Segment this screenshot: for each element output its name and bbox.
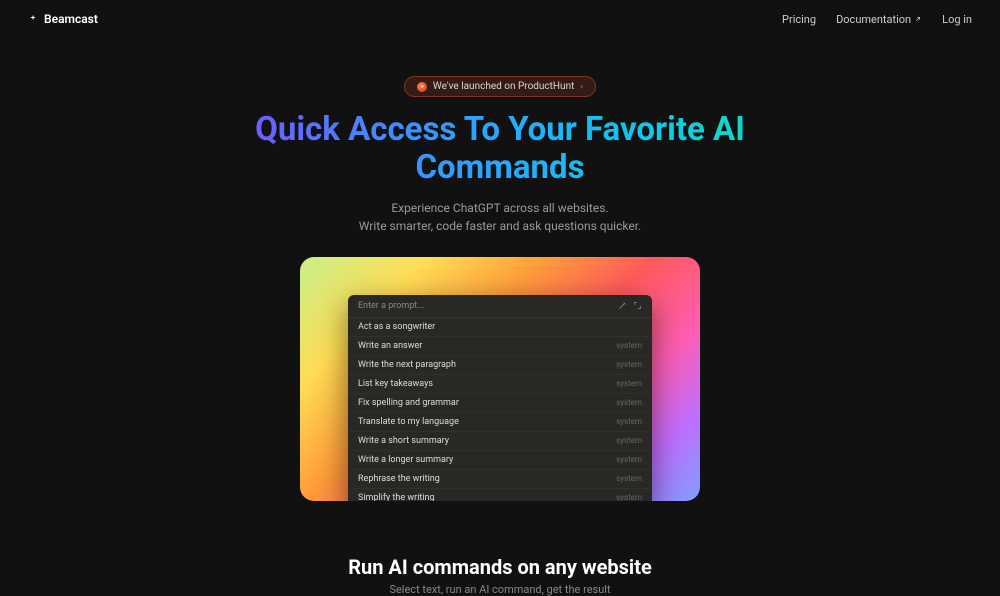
hero-headline: Quick Access To Your Favorite AI Command… (255, 111, 745, 187)
palette-item[interactable]: Rephrase the writing system (348, 470, 652, 489)
sparkle-icon (28, 14, 38, 24)
palette-item-tag: system (616, 455, 642, 464)
palette-item[interactable]: Write a longer summary system (348, 451, 652, 470)
palette-item-tag: system (616, 360, 642, 369)
palette-item-label: Fix spelling and grammar (358, 398, 459, 408)
sub-line1: Experience ChatGPT across all websites. (391, 201, 608, 215)
palette-item-label: Translate to my language (358, 417, 459, 427)
palette-item[interactable]: Write the next paragraph system (348, 356, 652, 375)
palette-item[interactable]: List key takeaways system (348, 375, 652, 394)
command-palette: Enter a prompt... Act as a songwriter Wri… (348, 295, 652, 501)
palette-item-tag: system (616, 474, 642, 483)
palette-item-label: Write a short summary (358, 436, 449, 446)
section2-title: Run AI commands on any website (348, 555, 652, 579)
hero-section: We've launched on ProductHunt › Quick Ac… (0, 38, 1000, 596)
wand-icon[interactable] (618, 301, 627, 310)
brand-name: Beamcast (44, 12, 98, 26)
palette-item[interactable]: Write an answer system (348, 337, 652, 356)
palette-item-label: Act as a songwriter (358, 322, 435, 332)
producthunt-icon (417, 82, 427, 92)
nav-pricing[interactable]: Pricing (782, 13, 816, 26)
nav-docs-label: Documentation (836, 13, 911, 26)
palette-item-label: Write an answer (358, 341, 422, 351)
palette-item[interactable]: Simplify the writing system (348, 489, 652, 501)
expand-icon[interactable] (633, 301, 642, 310)
palette-item[interactable]: Act as a songwriter (348, 318, 652, 337)
palette-list: Act as a songwriter Write an answer system… (348, 318, 652, 501)
nav-login[interactable]: Log in (942, 13, 972, 26)
sub-line2: Write smarter, code faster and ask quest… (359, 219, 641, 233)
headline-line2: Commands (415, 148, 584, 187)
palette-item-tag: system (616, 341, 642, 350)
headline-line1: Quick Access To Your Favorite AI (255, 110, 745, 149)
hero-subtitle: Experience ChatGPT across all websites. … (359, 199, 641, 235)
palette-item[interactable]: Write a short summary system (348, 432, 652, 451)
palette-item-tag: system (616, 379, 642, 388)
palette-header: Enter a prompt... (348, 295, 652, 318)
external-link-icon (914, 15, 922, 23)
palette-item-label: Simplify the writing (358, 493, 435, 501)
palette-item[interactable]: Translate to my language system (348, 413, 652, 432)
palette-item-tag: system (616, 436, 642, 445)
producthunt-badge[interactable]: We've launched on ProductHunt › (404, 76, 596, 97)
prompt-input[interactable]: Enter a prompt... (358, 301, 424, 311)
chevron-right-icon: › (580, 82, 583, 92)
palette-item-tag: system (616, 398, 642, 407)
section-run-commands: Run AI commands on any website Select te… (348, 555, 652, 596)
section2-sub: Select text, run an AI command, get the … (348, 583, 652, 596)
brand-logo[interactable]: Beamcast (28, 12, 98, 26)
palette-item-label: List key takeaways (358, 379, 433, 389)
badge-text: We've launched on ProductHunt (433, 81, 574, 92)
palette-item-tag: system (616, 417, 642, 426)
palette-item-label: Write a longer summary (358, 455, 453, 465)
palette-item-label: Write the next paragraph (358, 360, 456, 370)
demo-card: Enter a prompt... Act as a songwriter Wri… (300, 257, 700, 501)
nav-documentation[interactable]: Documentation (836, 13, 922, 26)
nav-links: Pricing Documentation Log in (782, 13, 972, 26)
palette-item-label: Rephrase the writing (358, 474, 440, 484)
palette-header-icons (618, 301, 642, 310)
top-nav: Beamcast Pricing Documentation Log in (0, 0, 1000, 38)
palette-item[interactable]: Fix spelling and grammar system (348, 394, 652, 413)
palette-item-tag: system (616, 493, 642, 501)
